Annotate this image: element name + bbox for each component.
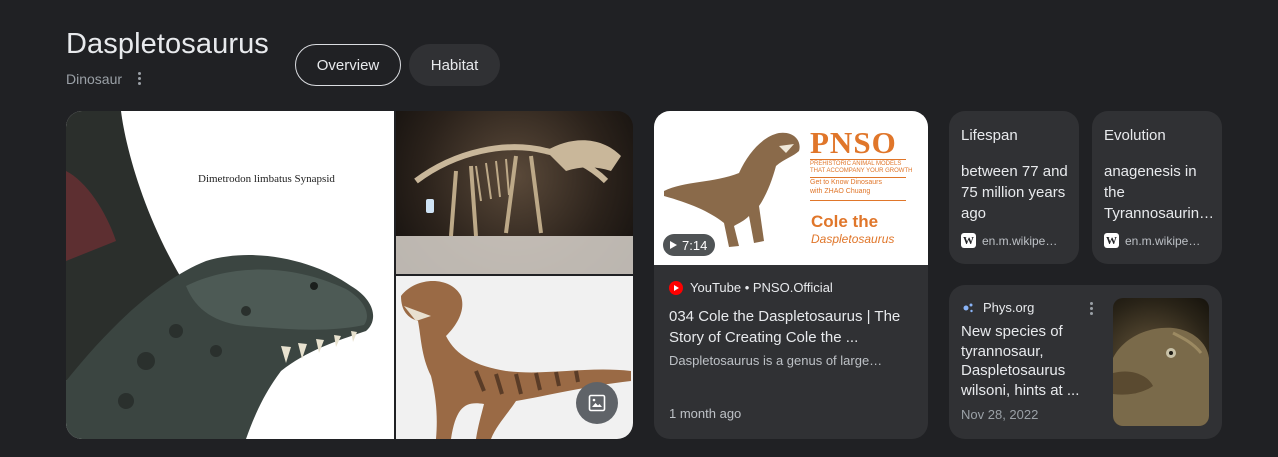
- dimetrodon-illustration: [66, 111, 374, 439]
- news-card[interactable]: Phys.org New species of tyrannosaur, Das…: [949, 285, 1222, 439]
- phys-org-icon: [963, 303, 973, 312]
- fact-card-evolution[interactable]: Evolution anagenesis in the Tyrannosauri…: [1092, 111, 1222, 264]
- entity-subtitle-row: Dinosaur: [66, 70, 147, 87]
- news-title[interactable]: New species of tyrannosaur, Daspletosaur…: [961, 322, 1103, 400]
- youtube-icon: [669, 280, 683, 295]
- fact-label: Lifespan: [961, 127, 1018, 144]
- fact-source[interactable]: W en.m.wikipe…: [1104, 233, 1200, 248]
- entity-subtitle: Dinosaur: [66, 70, 123, 87]
- news-thumbnail[interactable]: [1113, 298, 1209, 426]
- video-source-row: YouTube • PNSO.Official: [669, 280, 833, 295]
- thumbnail-title-line-1: Cole the: [811, 212, 879, 231]
- video-description: Daspletosaurus is a genus of large…: [669, 353, 883, 368]
- more-options-icon[interactable]: [132, 70, 147, 87]
- pnso-tagline-3: Get to Know Dinosaurs: [810, 179, 882, 186]
- tab-habitat[interactable]: Habitat: [409, 44, 500, 86]
- video-age: 1 month ago: [669, 406, 742, 421]
- fact-label: Evolution: [1104, 127, 1166, 144]
- image-gallery-icon: [588, 394, 606, 412]
- skeleton-illustration: [396, 140, 633, 274]
- video-title[interactable]: 034 Cole the Daspletosaurus | The Story …: [669, 306, 915, 348]
- play-icon: [670, 241, 677, 249]
- pnso-divider: [810, 177, 906, 178]
- fact-value: between 77 and 75 million years ago: [961, 163, 1068, 222]
- news-source-row: Phys.org: [961, 300, 1034, 315]
- wikipedia-icon: W: [1104, 233, 1119, 248]
- fact-value: anagenesis in the Tyrannosaurin…: [1104, 163, 1215, 222]
- pnso-divider: [810, 200, 906, 201]
- news-more-options-icon[interactable]: [1090, 302, 1093, 315]
- pnso-tagline-1: PREHISTORIC ANIMAL MODELS: [810, 161, 902, 167]
- fact-source[interactable]: W en.m.wikipe…: [961, 233, 1057, 248]
- image-collage: Dimetrodon limbatus Synapsid: [66, 111, 633, 439]
- news-thumbnail-dinosaur: [1113, 327, 1209, 426]
- wikipedia-icon: W: [961, 233, 976, 248]
- pnso-tagline-2: THAT ACCOMPANY YOUR GROWTH: [810, 168, 913, 174]
- image-gallery-button[interactable]: [576, 382, 618, 424]
- image-trex-model[interactable]: [396, 276, 633, 439]
- news-source: Phys.org: [983, 300, 1035, 315]
- pnso-divider: [810, 159, 906, 160]
- fact-card-lifespan[interactable]: Lifespan between 77 and 75 million years…: [949, 111, 1079, 264]
- pnso-logo: PNSO: [810, 125, 897, 160]
- fact-source-label: en.m.wikipe…: [982, 233, 1058, 248]
- video-thumbnail[interactable]: PNSO PREHISTORIC ANIMAL MODELS THAT ACCO…: [654, 111, 928, 265]
- entity-title: Daspletosaurus: [66, 28, 269, 60]
- tab-overview[interactable]: Overview: [295, 44, 401, 86]
- image-dimetrodon[interactable]: Dimetrodon limbatus Synapsid: [66, 111, 394, 439]
- thumbnail-title-line-2: Daspletosaurus: [811, 232, 895, 246]
- news-date: Nov 28, 2022: [961, 407, 1039, 422]
- video-duration-badge: 7:14: [663, 234, 716, 256]
- pnso-tagline-4: with ZHAO Chuang: [810, 188, 871, 195]
- video-channel: YouTube • PNSO.Official: [690, 280, 833, 295]
- fact-source-label: en.m.wikipe…: [1125, 233, 1201, 248]
- video-duration: 7:14: [682, 237, 708, 253]
- image-skeleton[interactable]: [396, 111, 633, 274]
- video-card[interactable]: PNSO PREHISTORIC ANIMAL MODELS THAT ACCO…: [654, 111, 928, 439]
